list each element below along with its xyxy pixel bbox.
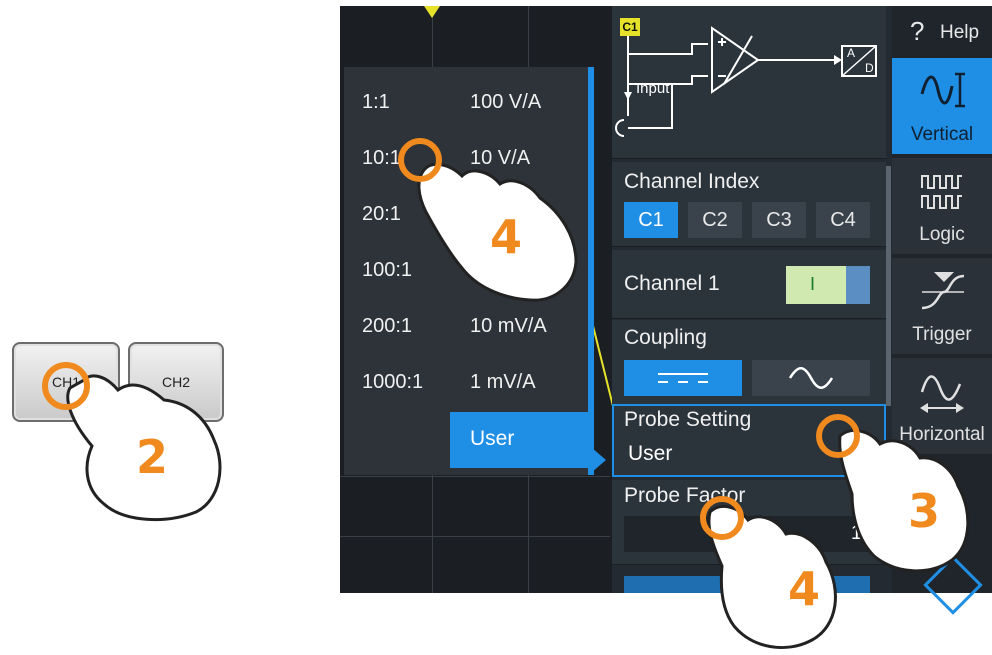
tap-indicator-ch1 xyxy=(42,362,90,410)
step-number-4: 4 xyxy=(490,210,523,264)
step-number-4: 4 xyxy=(788,562,821,616)
hand-pointer-illustrations xyxy=(66,162,970,649)
tap-indicator-probe-factor xyxy=(700,496,744,540)
step-number-2: 2 xyxy=(136,430,169,484)
tap-indicator-10-1 xyxy=(398,138,442,182)
tap-indicator-probe-setting xyxy=(816,414,860,458)
step-number-3: 3 xyxy=(908,484,941,538)
